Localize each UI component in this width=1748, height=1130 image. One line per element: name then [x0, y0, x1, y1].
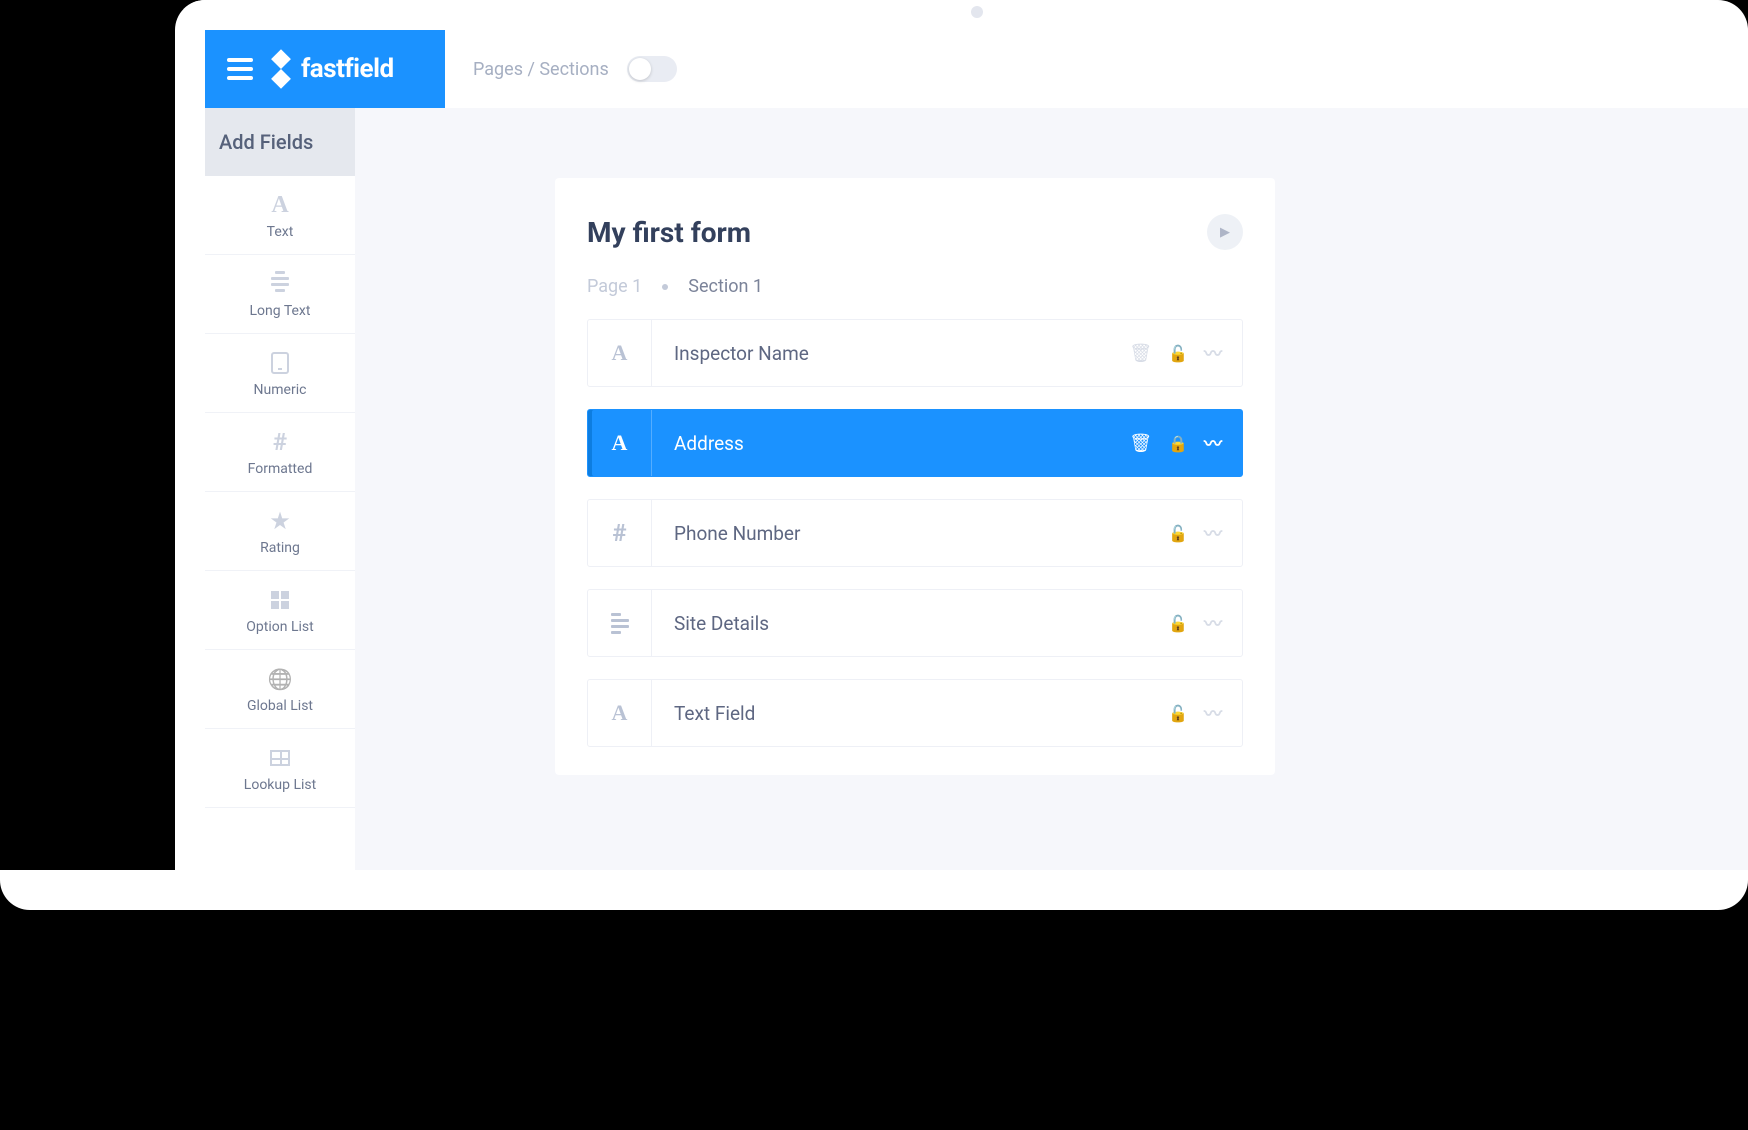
- text-icon: A: [588, 410, 652, 476]
- field-type-label: Option List: [246, 619, 313, 635]
- brand-mark-icon: [264, 52, 298, 86]
- logic-icon[interactable]: [1204, 700, 1222, 726]
- pages-sections-label: Pages / Sections: [473, 59, 609, 80]
- unlock-icon[interactable]: [1168, 343, 1188, 364]
- field-label: Address: [652, 410, 1109, 476]
- brand-logo: fastfield: [269, 54, 394, 84]
- lock-icon[interactable]: [1168, 433, 1188, 454]
- long-text-icon: [588, 590, 652, 656]
- page-crumb[interactable]: Page 1: [587, 276, 642, 297]
- delete-icon[interactable]: [1129, 433, 1152, 454]
- main-area: My first form Page 1 Section 1 A Inspect…: [355, 108, 1748, 870]
- brand-block: fastfield: [205, 30, 445, 108]
- text-icon: A: [588, 680, 652, 746]
- field-type-label: Rating: [260, 540, 300, 556]
- breadcrumb: Page 1 Section 1: [555, 276, 1275, 319]
- hash-icon: [588, 500, 652, 566]
- field-label: Text Field: [652, 680, 1148, 746]
- field-label: Site Details: [652, 590, 1148, 656]
- field-type-label: Numeric: [254, 382, 307, 398]
- top-bar: fastfield Pages / Sections: [205, 30, 1748, 108]
- text-icon: A: [588, 320, 652, 386]
- table-icon: [270, 745, 290, 771]
- field-type-label: Formatted: [248, 461, 313, 477]
- section-crumb[interactable]: Section 1: [688, 276, 763, 297]
- delete-icon[interactable]: [1129, 343, 1152, 364]
- form-card: My first form Page 1 Section 1 A Inspect…: [555, 178, 1275, 775]
- logic-icon[interactable]: [1204, 520, 1222, 546]
- logic-icon[interactable]: [1204, 430, 1222, 456]
- field-type-text[interactable]: A Text: [205, 176, 355, 255]
- field-type-rating[interactable]: Rating: [205, 492, 355, 571]
- field-type-label: Lookup List: [244, 777, 316, 793]
- numeric-icon: [271, 350, 289, 376]
- laptop-base: [0, 870, 1748, 910]
- field-type-global-list[interactable]: Global List: [205, 650, 355, 729]
- fields-list: A Inspector Name A Address: [555, 319, 1275, 767]
- pages-sections-toggle[interactable]: [627, 56, 677, 82]
- form-field-row[interactable]: A Text Field: [587, 679, 1243, 747]
- form-title: My first form: [587, 216, 751, 249]
- unlock-icon[interactable]: [1168, 613, 1188, 634]
- field-type-label: Global List: [247, 698, 313, 714]
- field-label: Phone Number: [652, 500, 1148, 566]
- sidebar-header: Add Fields: [205, 108, 355, 176]
- form-field-row[interactable]: Site Details: [587, 589, 1243, 657]
- field-type-label: Text: [267, 224, 294, 240]
- field-type-option-list[interactable]: Option List: [205, 571, 355, 650]
- field-label: Inspector Name: [652, 320, 1109, 386]
- unlock-icon[interactable]: [1168, 523, 1188, 544]
- field-type-numeric[interactable]: Numeric: [205, 334, 355, 413]
- star-icon: [269, 508, 291, 534]
- webcam-dot: [971, 6, 983, 18]
- grid-icon: [271, 587, 289, 613]
- field-type-label: Long Text: [250, 303, 311, 319]
- text-icon: A: [271, 192, 288, 218]
- menu-button[interactable]: [227, 58, 253, 80]
- unlock-icon[interactable]: [1168, 703, 1188, 724]
- brand-name: fastfield: [301, 54, 394, 84]
- field-type-long-text[interactable]: Long Text: [205, 255, 355, 334]
- long-text-icon: [271, 271, 289, 297]
- field-type-lookup-list[interactable]: Lookup List: [205, 729, 355, 808]
- field-type-formatted[interactable]: Formatted: [205, 413, 355, 492]
- logic-icon[interactable]: [1204, 610, 1222, 636]
- form-field-row[interactable]: A Address: [587, 409, 1243, 477]
- globe-icon: [268, 666, 293, 692]
- hash-icon: [273, 429, 287, 455]
- form-field-row[interactable]: A Inspector Name: [587, 319, 1243, 387]
- form-field-row[interactable]: Phone Number: [587, 499, 1243, 567]
- preview-button[interactable]: [1207, 214, 1243, 250]
- logic-icon[interactable]: [1204, 340, 1222, 366]
- crumb-separator: [662, 284, 668, 290]
- sidebar: Add Fields A Text Long Text Numeric Form…: [205, 108, 355, 870]
